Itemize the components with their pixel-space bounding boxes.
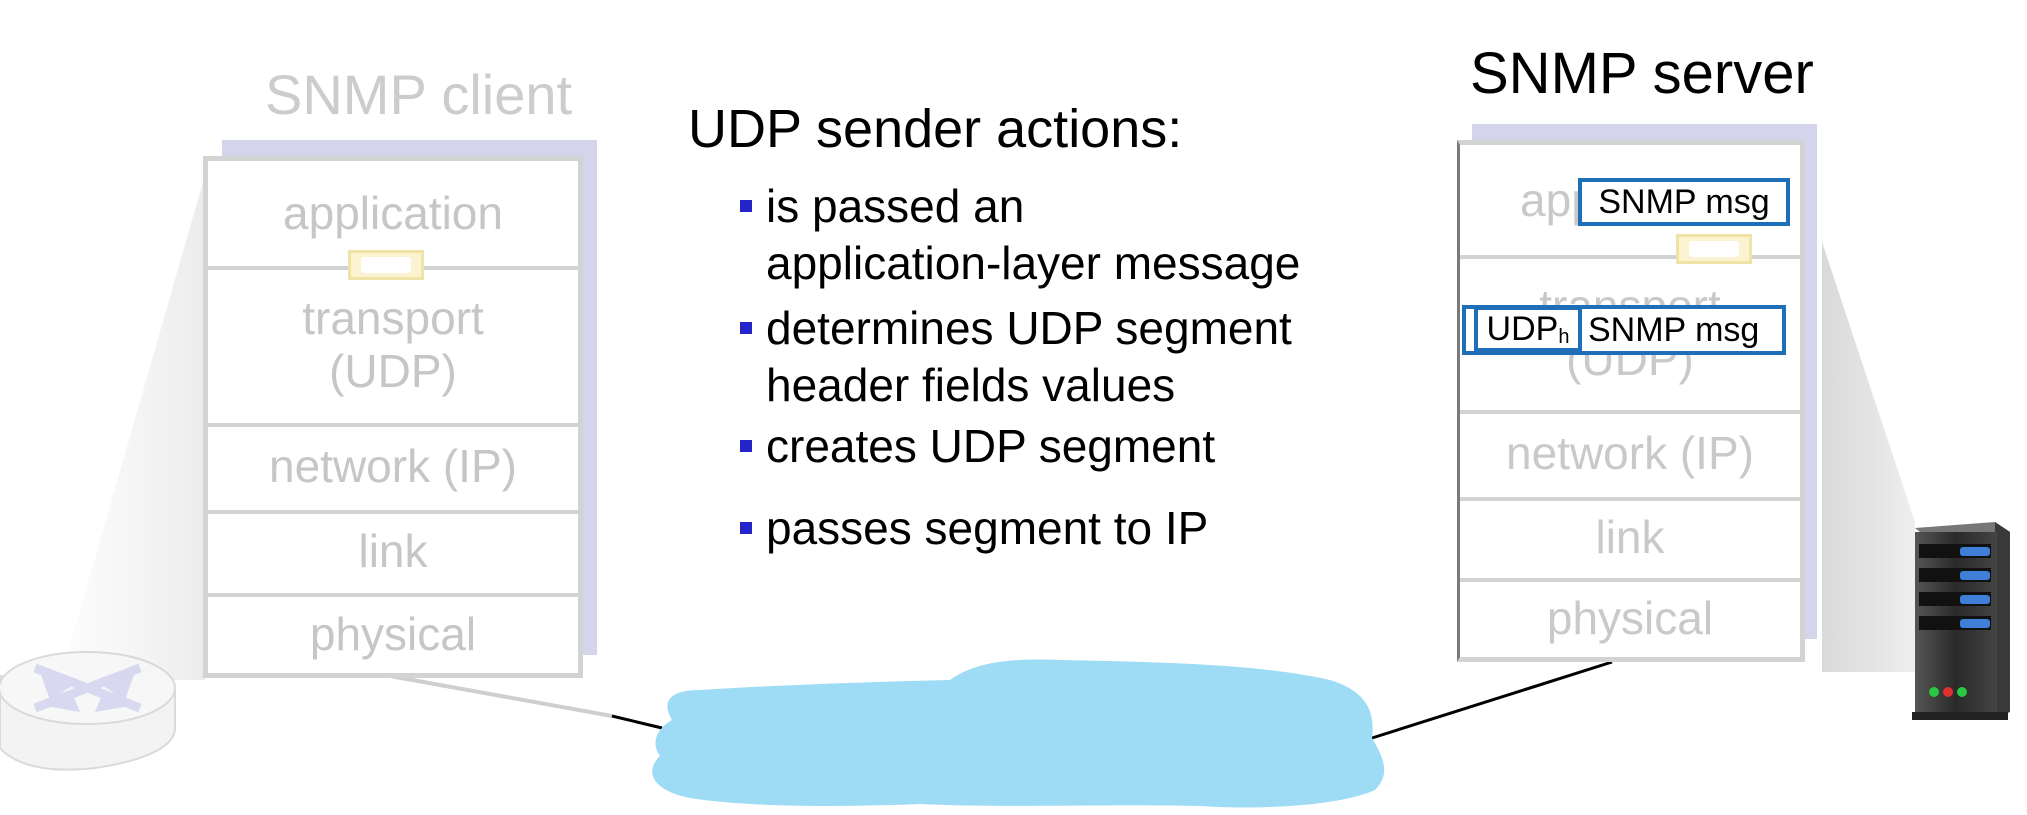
client-layer-network: network (IP) [208,423,578,514]
client-title: SNMP client [265,63,573,126]
app-layer-snmp-message: SNMP msg [1578,178,1790,226]
client-cone [60,175,205,680]
client-link [611,714,663,730]
action-item: determines UDP segment header fields val… [740,300,1292,414]
server-link [1371,660,1613,740]
bullet-marker [740,322,752,334]
udp-header: UDP h [1474,306,1582,352]
server-layer-physical: physical [1546,592,1714,645]
bullet-marker [740,440,752,452]
server-envelope-icon [1676,234,1752,264]
server-layer-link: link [1460,497,1800,582]
udp-payload-snmp-message: SNMP msg [1588,310,1760,349]
network-cloud [652,659,1385,808]
bullet-marker [740,200,752,212]
server-icon [1912,522,2010,720]
router-icon [0,651,176,771]
actions-heading: UDP sender actions: [688,99,1183,159]
server-layer-network: network (IP) [1460,410,1800,501]
bullet-marker [740,522,752,534]
client-layer-transport: transport (UDP) [208,266,578,427]
server-title: SNMP server [1470,41,1814,106]
udp-segment: UDP h SNMP msg [1462,305,1786,355]
client-protocol-stack: application transport (UDP) network (IP)… [203,156,583,678]
action-item: passes segment to IP [740,500,1208,557]
client-layer-physical: physical [309,607,477,660]
client-envelope-icon [348,250,424,280]
server-cone [1822,242,1915,672]
action-item: is passed an application-layer message [740,178,1300,292]
action-item: creates UDP segment [740,418,1215,475]
client-link-faded [389,674,613,718]
client-layer-link: link [208,510,578,597]
